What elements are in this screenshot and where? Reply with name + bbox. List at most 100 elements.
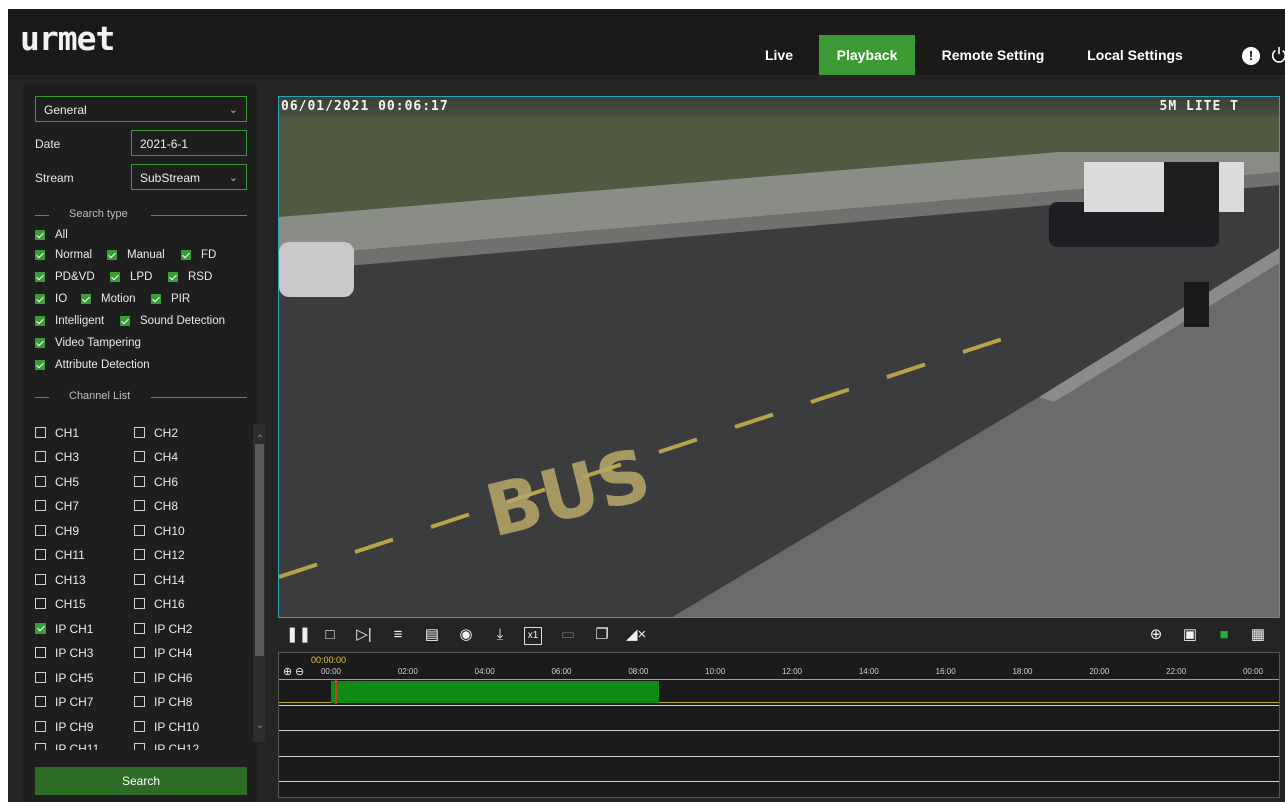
recording-segment[interactable] (331, 681, 660, 703)
pause-icon[interactable]: ❚❚ (286, 625, 311, 645)
checkbox-icon (134, 721, 145, 732)
checkbox-icon (35, 451, 46, 462)
channel-item[interactable]: CH3 (35, 450, 79, 464)
checkbox-manual[interactable]: Manual (107, 248, 165, 262)
checkbox-pdvd[interactable]: PD&VD (35, 270, 95, 284)
chevron-down-icon[interactable]: ⌄ (254, 720, 266, 734)
checkbox-rsd[interactable]: RSD (168, 270, 212, 284)
search-mode-select[interactable]: General ⌄ (35, 96, 247, 122)
osd-timestamp: 06/01/2021 00:06:17 (281, 99, 449, 114)
tab-local-settings[interactable]: Local Settings (1076, 35, 1194, 75)
channel-label: IP CH6 (154, 671, 193, 685)
checkbox-motion[interactable]: Motion (81, 292, 136, 306)
download-icon[interactable]: ⤓ (490, 625, 510, 645)
channel-item[interactable]: IP CH8 (134, 695, 192, 709)
channel-item[interactable]: CH9 (35, 524, 79, 538)
channel-item[interactable]: CH13 (35, 573, 86, 587)
channel-item[interactable]: CH12 (134, 548, 185, 562)
nvr-app: urmet Live Playback Remote Setting Local… (8, 9, 1285, 802)
checkbox-sound-detection[interactable]: Sound Detection (120, 314, 225, 328)
checkbox-attribute-detection[interactable]: Attribute Detection (35, 358, 150, 372)
zoom-in-icon[interactable]: ⊕ (1146, 625, 1166, 645)
timeline[interactable]: ⊕ ⊖ 00:00:00 00:00 02:00 04:00 06:00 08:00 10… (278, 652, 1280, 798)
channel-item[interactable]: CH6 (134, 475, 178, 489)
channel-item[interactable]: IP CH6 (134, 671, 192, 685)
checkbox-pir[interactable]: PIR (151, 292, 190, 306)
snapshot-icon[interactable]: ◉ (456, 625, 476, 645)
channel-item[interactable]: CH11 (35, 548, 85, 562)
channel-item[interactable]: CH8 (134, 499, 178, 513)
playhead[interactable] (334, 680, 337, 704)
tab-playback[interactable]: Playback (819, 35, 915, 75)
channel-item[interactable]: IP CH4 (134, 646, 192, 660)
stream-select[interactable]: SubStream ⌄ (131, 164, 247, 190)
checkbox-icon (35, 360, 45, 370)
channel-item[interactable]: CH15 (35, 597, 86, 611)
timeline-current-time: 00:00:00 (311, 655, 347, 665)
channel-item[interactable]: IP CH2 (134, 622, 192, 636)
channel-item[interactable]: CH2 (134, 426, 178, 440)
channel-item[interactable]: CH7 (35, 499, 79, 513)
alert-icon[interactable]: ! (1242, 47, 1260, 65)
window-icon[interactable]: ❐ (592, 625, 612, 645)
single-view-icon[interactable]: ▣ (1180, 625, 1200, 645)
speed-x1-icon[interactable]: x1 (524, 627, 542, 645)
power-icon[interactable] (1270, 45, 1285, 65)
channel-item[interactable]: IP CH11 (35, 742, 99, 750)
tab-live[interactable]: Live (756, 35, 802, 75)
clip-icon[interactable]: ▤ (422, 625, 442, 645)
step-forward-icon[interactable]: ▷| (354, 625, 374, 645)
checkbox-all[interactable]: All (35, 228, 68, 242)
checkbox-icon (168, 272, 178, 282)
export-icon[interactable]: ▭ (558, 625, 578, 645)
scrollbar-thumb[interactable] (255, 444, 264, 656)
channel-item[interactable]: CH1 (35, 426, 79, 440)
checkbox-video-tampering[interactable]: Video Tampering (35, 336, 141, 350)
fullscreen-icon[interactable]: ▦ (1248, 625, 1268, 645)
channel-item[interactable]: IP CH7 (35, 695, 93, 709)
channel-item[interactable]: IP CH10 (134, 720, 199, 734)
checkbox-icon (134, 598, 145, 609)
stop-icon[interactable]: □ (320, 625, 340, 645)
checkbox-fd[interactable]: FD (181, 248, 216, 262)
timeline-tick-label: 10:00 (705, 667, 726, 676)
adjust-icon[interactable]: ≡ (388, 625, 408, 645)
search-button[interactable]: Search (35, 767, 247, 795)
channel-item[interactable]: CH5 (35, 475, 79, 489)
checkbox-label: Sound Detection (140, 315, 226, 327)
channel-item[interactable]: IP CH3 (35, 646, 93, 660)
channel-item[interactable]: IP CH5 (35, 671, 93, 685)
channel-item[interactable]: IP CH9 (35, 720, 93, 734)
channel-label: CH11 (55, 548, 85, 562)
channel-label: IP CH3 (55, 646, 94, 660)
channel-item[interactable]: IP CH12 (134, 742, 199, 750)
video-player[interactable]: BUS 06/01/2021 00:06:17 5M LITE T (278, 96, 1280, 618)
date-value: 2021-6-1 (140, 137, 189, 151)
tab-remote-setting[interactable]: Remote Setting (933, 35, 1053, 75)
timeline-zoom-out-icon[interactable]: ⊖ (295, 665, 304, 678)
timeline-zoom-in-icon[interactable]: ⊕ (283, 665, 292, 678)
chevron-up-icon[interactable]: ⌃ (254, 434, 266, 448)
timeline-track[interactable] (279, 679, 1279, 704)
channel-label: IP CH7 (55, 695, 94, 709)
channel-item[interactable]: CH14 (134, 573, 185, 587)
channel-item[interactable]: CH10 (134, 524, 185, 538)
checkbox-icon (35, 549, 46, 560)
channel-item[interactable]: CH16 (134, 597, 185, 611)
fit-view-icon[interactable]: ■ (1214, 625, 1234, 645)
timeline-divider (279, 730, 1279, 731)
checkbox-label: All (55, 229, 68, 241)
checkbox-icon (134, 696, 145, 707)
date-field[interactable]: 2021-6-1 (131, 130, 247, 156)
checkbox-lpd[interactable]: LPD (110, 270, 152, 284)
checkbox-normal[interactable]: Normal (35, 248, 92, 262)
checkbox-intelligent[interactable]: Intelligent (35, 314, 104, 328)
channel-item[interactable]: CH4 (134, 450, 178, 464)
timeline-tick-label: 14:00 (858, 667, 879, 676)
checkbox-icon (35, 525, 46, 536)
checkbox-icon (120, 316, 130, 326)
mute-icon[interactable]: ◢× (626, 625, 646, 645)
channel-label: CH14 (154, 573, 185, 587)
channel-item[interactable]: IP CH1 (35, 622, 93, 636)
checkbox-io[interactable]: IO (35, 292, 67, 306)
